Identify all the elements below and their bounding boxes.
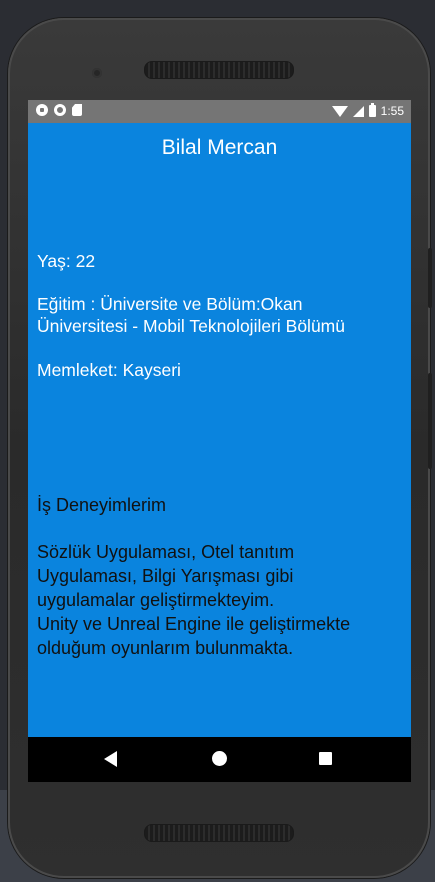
home-icon[interactable] <box>212 751 227 766</box>
circle-icon <box>54 104 66 116</box>
experience-line: uygulamalar geliştirmekteyim. <box>37 590 275 610</box>
recents-icon[interactable] <box>319 752 332 765</box>
experience-heading: İş Deneyimlerim <box>37 495 167 515</box>
sd-card-icon <box>72 104 82 116</box>
experience-line: Sözlük Uygulaması, Otel tanıtım <box>37 542 295 562</box>
page-title: Bilal Mercan <box>161 136 278 159</box>
hometown-text: Memleket: Kayseri <box>37 360 181 380</box>
age-text: Yaş: 22 <box>37 251 96 271</box>
navigation-bar <box>28 737 411 782</box>
power-button <box>428 248 432 308</box>
status-time: 1:55 <box>380 104 404 118</box>
notification-icon <box>36 104 48 116</box>
education-text-line2: Üniversitesi - Mobil Teknolojileri Bölüm… <box>37 316 345 336</box>
front-camera <box>92 68 102 78</box>
phone-screen: 1:55 Bilal Mercan Yaş: 22 Eğitim : Ünive… <box>28 100 411 782</box>
battery-icon <box>368 103 376 117</box>
education-text-line1: Eğitim : Üniversite ve Bölüm:Okan <box>37 294 303 314</box>
volume-button <box>428 373 432 469</box>
experience-line: Uygulaması, Bilgi Yarışması gibi <box>37 566 294 586</box>
app-content: Bilal Mercan Yaş: 22 Eğitim : Üniversite… <box>28 123 411 737</box>
status-bar: 1:55 <box>28 100 411 123</box>
experience-line: Unity ve Unreal Engine ile geliştirmekte <box>37 614 351 634</box>
experience-line: olduğum oyunlarım bulunmakta. <box>37 638 294 658</box>
bottom-speaker <box>144 824 294 842</box>
top-speaker <box>144 61 294 79</box>
back-icon[interactable] <box>104 751 117 767</box>
wifi-icon <box>331 105 348 117</box>
cell-signal-icon <box>352 105 364 117</box>
